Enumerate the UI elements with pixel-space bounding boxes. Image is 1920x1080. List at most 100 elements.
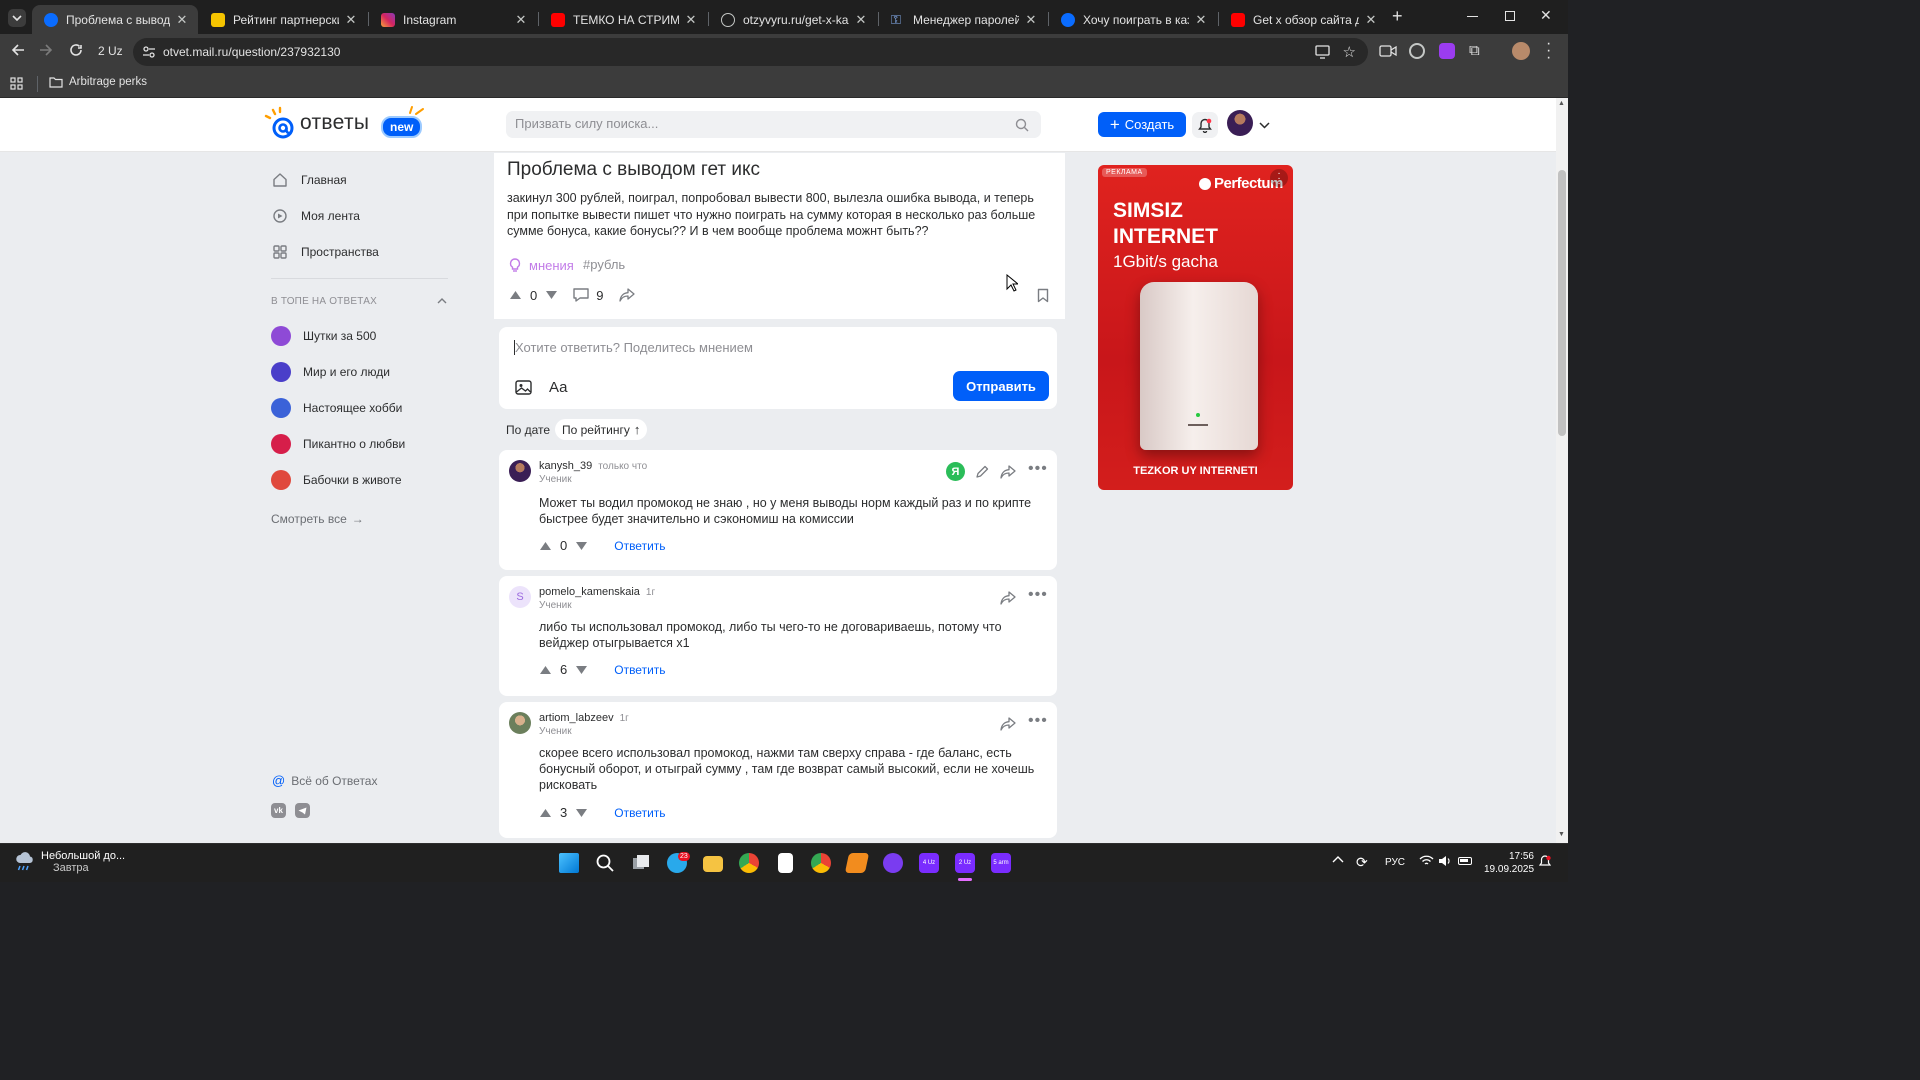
share-icon[interactable] xyxy=(1000,717,1016,731)
language-indicator[interactable]: РУС xyxy=(1385,857,1405,868)
hash-tag[interactable]: #рубль xyxy=(583,257,625,272)
restore-icon[interactable] xyxy=(1505,11,1515,21)
vk-icon[interactable]: vk xyxy=(271,803,286,818)
url-text[interactable]: otvet.mail.ru/question/237932130 xyxy=(163,45,340,59)
scrollbar-thumb[interactable] xyxy=(1558,170,1566,436)
browser-tab[interactable]: Get x обзор сайта для но ✕ xyxy=(1219,5,1387,34)
close-icon[interactable]: ✕ xyxy=(345,12,357,28)
browser-tab[interactable]: ТЕМКО НА СТРИМЕ ЗАШ ✕ xyxy=(539,5,707,34)
new-tab-button[interactable]: + xyxy=(1392,6,1403,27)
wifi-icon[interactable] xyxy=(1419,855,1434,867)
upvote-icon[interactable] xyxy=(539,665,552,675)
avatar[interactable] xyxy=(509,712,531,734)
browser-tab[interactable]: Рейтинг партнерских пр ✕ xyxy=(199,5,367,34)
edit-icon[interactable] xyxy=(975,465,989,479)
sort-by-date[interactable]: По дате xyxy=(499,419,557,440)
telegram-icon[interactable] xyxy=(295,803,310,818)
page-scrollbar[interactable]: ▲ ▼ xyxy=(1556,98,1568,843)
sidebar-item-top[interactable]: Настоящее хобби xyxy=(271,394,402,422)
downvote-icon[interactable] xyxy=(545,290,558,300)
sort-by-rating[interactable]: По рейтингу ↑ xyxy=(555,419,648,440)
window-close-icon[interactable]: ✕ xyxy=(1540,7,1552,24)
extension-icon[interactable] xyxy=(1409,43,1425,59)
avatar[interactable] xyxy=(509,460,531,482)
upvote-icon[interactable] xyxy=(539,541,552,551)
forward-icon[interactable] xyxy=(38,42,54,58)
answer-author[interactable]: pomelo_kamenskaia 1г xyxy=(539,586,655,598)
browser-profile-5arm[interactable]: 5 arm xyxy=(991,853,1011,873)
user-avatar[interactable] xyxy=(1227,110,1253,136)
more-dots-icon[interactable]: ••• xyxy=(1028,460,1048,478)
upvote-icon[interactable] xyxy=(509,290,522,300)
weather-widget[interactable]: Небольшой до... Завтра xyxy=(14,850,125,874)
close-icon[interactable]: ✕ xyxy=(1025,12,1037,28)
minimize-icon[interactable] xyxy=(1467,16,1478,17)
reply-link[interactable]: Ответить xyxy=(614,663,665,677)
app-icon[interactable] xyxy=(844,853,870,873)
sidebar-item-feed[interactable]: Моя лента xyxy=(271,202,360,230)
reply-link[interactable]: Ответить xyxy=(614,539,665,553)
chevron-up-icon[interactable] xyxy=(437,298,447,304)
downvote-icon[interactable] xyxy=(575,808,588,818)
sidebar-item-top[interactable]: Пикантно о любви xyxy=(271,430,405,458)
address-bar[interactable]: otvet.mail.ru/question/237932130 ☆ xyxy=(133,38,1368,66)
search-field[interactable] xyxy=(506,111,1041,138)
bookmark-star-icon[interactable]: ☆ xyxy=(1343,43,1356,61)
share-icon[interactable] xyxy=(1000,465,1016,479)
search-icon[interactable] xyxy=(595,853,615,873)
advertisement-banner[interactable]: РЕКЛАМА Perfectum · · · SIMSIZ INTERNET 1G… xyxy=(1098,165,1293,490)
profile-avatar[interactable] xyxy=(1512,42,1530,60)
share-icon[interactable] xyxy=(1000,591,1016,605)
extension-icon[interactable] xyxy=(1439,43,1455,59)
windows-start-icon[interactable] xyxy=(559,853,579,873)
back-icon[interactable] xyxy=(10,42,26,58)
task-view-icon[interactable] xyxy=(631,853,651,873)
answer-author[interactable]: kanysh_39 только что xyxy=(539,460,647,472)
menu-dots-icon[interactable]: · · · xyxy=(1546,36,1552,66)
about-link[interactable]: @ Всё об Ответах xyxy=(272,773,377,788)
close-icon[interactable]: ✕ xyxy=(1195,12,1207,28)
site-info-icon[interactable] xyxy=(142,45,156,59)
browser-tab[interactable]: otzyvyru.ru/get-x-kazino ✕ xyxy=(709,5,877,34)
create-button[interactable]: + Создать xyxy=(1098,112,1186,137)
sidebar-item-spaces[interactable]: Пространства xyxy=(271,238,379,266)
clock[interactable]: 17:56 19.09.2025 xyxy=(1484,850,1534,876)
apps-grid-icon[interactable] xyxy=(10,77,23,90)
browser-tab[interactable]: Instagram ✕ xyxy=(369,5,537,34)
upvote-icon[interactable] xyxy=(539,808,552,818)
comment-icon[interactable] xyxy=(572,287,590,303)
chrome-profile-icon[interactable] xyxy=(811,853,831,873)
downvote-icon[interactable] xyxy=(575,541,588,551)
puzzle-icon[interactable]: ⧉ xyxy=(1469,42,1480,59)
chevron-down-icon[interactable] xyxy=(1259,122,1270,129)
image-icon[interactable] xyxy=(515,380,532,395)
close-icon[interactable]: ✕ xyxy=(685,12,697,28)
avatar[interactable]: S xyxy=(509,586,531,608)
tab-search-icon[interactable] xyxy=(8,9,26,27)
tray-chevron-up-icon[interactable] xyxy=(1332,855,1344,863)
answer-author[interactable]: artiom_labzeev 1г xyxy=(539,712,629,724)
text-format-button[interactable]: Аа xyxy=(549,379,568,396)
reload-icon[interactable] xyxy=(68,42,84,58)
chrome-icon[interactable] xyxy=(739,853,759,873)
sidebar-item-top[interactable]: Мир и его люди xyxy=(271,358,390,386)
close-icon[interactable]: ✕ xyxy=(1365,12,1377,28)
downvote-icon[interactable] xyxy=(575,665,588,675)
search-input[interactable] xyxy=(515,116,995,131)
notification-bell-icon[interactable] xyxy=(1539,855,1551,869)
site-logo[interactable]: ответы new xyxy=(263,104,428,144)
browser-profile-2uz[interactable]: 2 Uz xyxy=(955,853,975,873)
sidebar-item-top[interactable]: Шутки за 500 xyxy=(271,322,376,350)
category-tag[interactable]: мнения xyxy=(507,257,574,273)
close-icon[interactable]: ✕ xyxy=(176,12,188,28)
ad-menu-icon[interactable]: · · · xyxy=(1270,169,1288,189)
browser-tab[interactable]: Хочу поиграть в казино ✕ xyxy=(1049,5,1217,34)
answer-input[interactable]: Хотите ответить? Поделитесь мнением xyxy=(513,338,1043,358)
search-icon[interactable] xyxy=(1015,118,1029,132)
close-icon[interactable]: ✕ xyxy=(515,12,527,28)
more-dots-icon[interactable]: ••• xyxy=(1028,586,1048,604)
notepad-icon[interactable] xyxy=(778,853,793,873)
camera-icon[interactable] xyxy=(1379,44,1397,58)
bookmark-folder[interactable]: Arbitrage perks xyxy=(49,76,147,88)
volume-icon[interactable] xyxy=(1438,855,1452,867)
